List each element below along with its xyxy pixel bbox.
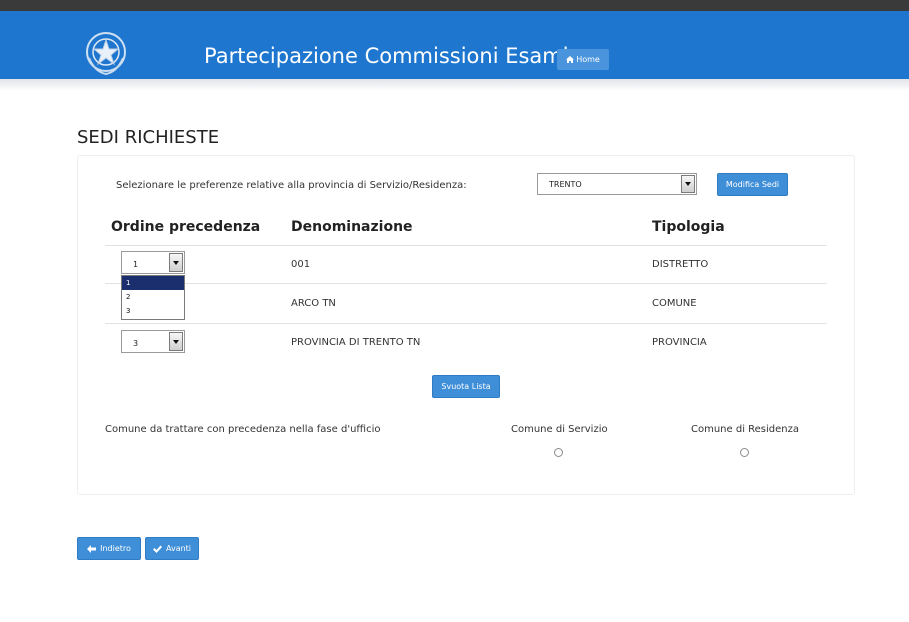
check-icon [152,545,162,553]
dropdown-option[interactable]: 2 [122,290,184,304]
back-button[interactable]: Indietro [77,537,141,560]
order-select-value: 3 [133,339,139,348]
column-header-type: Tipologia [652,219,725,235]
order-select-row-3[interactable]: 3 [121,330,185,353]
row-1-name: 001 [291,259,311,270]
service-option-label: Comune di Servizio [511,424,608,435]
back-button-label: Indietro [100,544,131,553]
home-button[interactable]: Home [557,49,609,70]
header-shadow [0,79,909,91]
main-panel [77,155,855,495]
province-select[interactable]: TRENTO [537,173,697,195]
app-header: Partecipazione Commissioni Esami Home [0,11,909,79]
chevron-down-icon [169,332,183,351]
row-2-type: COMUNE [652,298,697,309]
order-select-value: 1 [133,260,139,269]
order-dropdown-list: 1 2 3 [121,275,185,320]
column-header-order: Ordine precedenza [111,219,261,235]
row-divider [105,323,827,324]
dropdown-option[interactable]: 1 [122,276,184,290]
residence-radio[interactable] [740,448,749,457]
province-prompt: Selezionare le preferenze relative alla … [116,180,467,191]
row-divider [105,245,827,246]
row-2-name: ARCO TN [291,298,336,309]
clear-list-button[interactable]: Svuota Lista [432,375,500,398]
row-divider [105,283,827,284]
dropdown-option[interactable]: 3 [122,304,184,318]
browser-top-strip [0,0,909,11]
page-title: SEDI RICHIESTE [77,127,220,148]
clear-list-label: Svuota Lista [441,382,491,391]
emblem-icon [83,28,129,78]
row-3-name: PROVINCIA DI TRENTO TN [291,337,421,348]
arrow-left-icon [87,544,97,553]
residence-option-label: Comune di Residenza [691,424,800,435]
next-button-label: Avanti [165,544,192,553]
row-3-type: PROVINCIA [652,337,707,348]
row-1-type: DISTRETTO [652,259,709,270]
precedence-question: Comune da trattare con precedenza nella … [105,424,381,435]
modify-sites-button[interactable]: Modifica Sedi [717,173,788,196]
modify-sites-label: Modifica Sedi [725,180,780,189]
service-radio[interactable] [554,448,563,457]
home-icon [566,56,575,63]
province-select-value: TRENTO [549,180,582,189]
home-button-label: Home [576,55,600,64]
chevron-down-icon [681,175,695,193]
next-button[interactable]: Avanti [145,537,199,560]
column-header-name: Denominazione [291,219,413,235]
order-select-row-1[interactable]: 1 [121,251,185,274]
app-title: Partecipazione Commissioni Esami [204,44,569,68]
chevron-down-icon [169,253,183,272]
